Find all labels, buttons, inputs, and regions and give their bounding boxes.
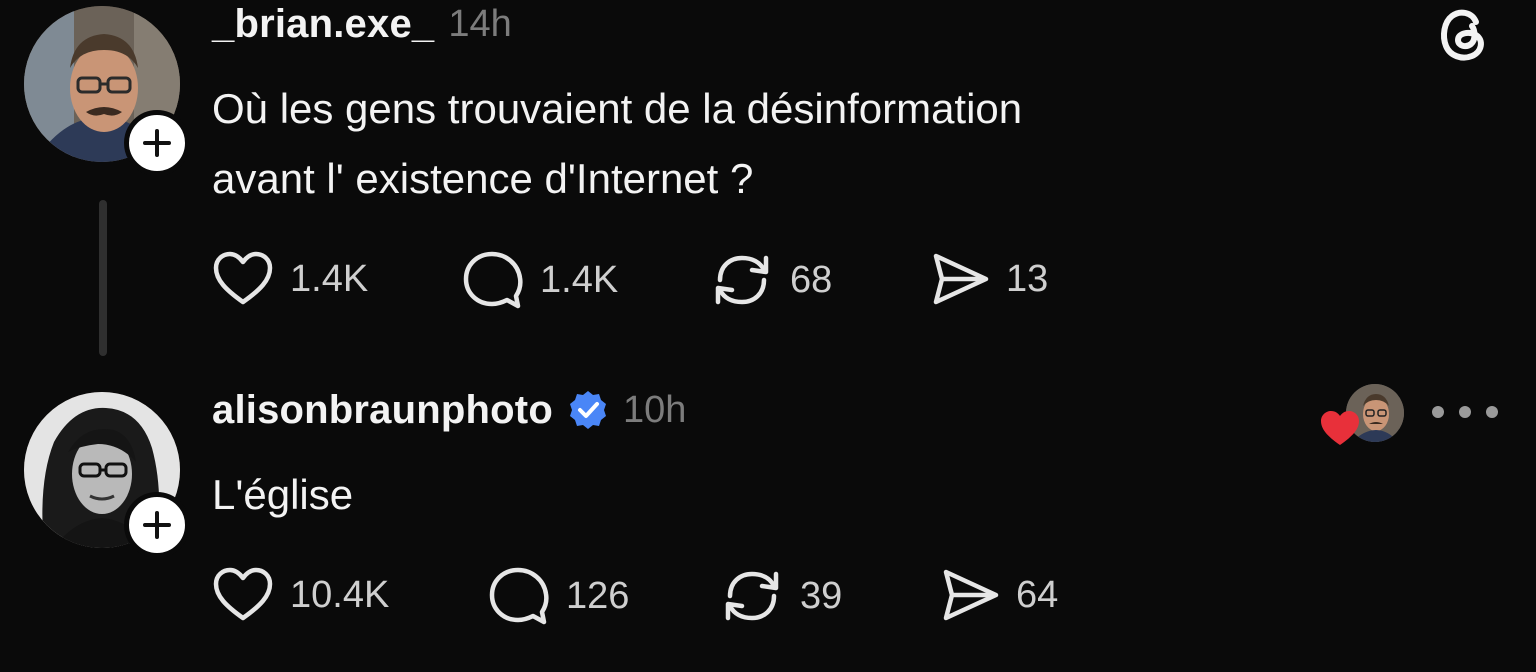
send-icon (933, 253, 989, 305)
share-button[interactable]: 13 (930, 250, 1048, 308)
repost-count: 68 (790, 258, 833, 301)
follow-author-button[interactable] (124, 110, 190, 176)
post-text-line-2: avant l' existence d'Internet ? (212, 155, 754, 202)
more-dot (1459, 406, 1471, 418)
like-button[interactable]: 1.4K (212, 250, 368, 308)
heart-outline-icon (213, 567, 273, 621)
reply-author-username[interactable]: alisonbraunphoto (212, 388, 553, 433)
more-dot (1432, 406, 1444, 418)
verified-badge-icon (567, 389, 609, 431)
reply-repost-button[interactable]: 39 (720, 566, 842, 626)
heart-outline-icon (213, 251, 273, 305)
reply-timestamp: 10h (622, 388, 687, 431)
repost-arrows-icon (725, 571, 779, 621)
reply-share-count: 64 (1016, 573, 1059, 616)
like-count: 1.4K (290, 257, 369, 300)
share-count: 13 (1006, 257, 1049, 300)
reply-text: L'église (212, 471, 354, 518)
repost-button[interactable]: 68 (710, 250, 832, 310)
threads-logo-icon[interactable] (1432, 2, 1498, 68)
post-header: _brian.exe_ 14h (212, 0, 512, 48)
repost-arrows-icon (715, 255, 769, 305)
plus-icon (143, 129, 171, 157)
thread-connector-line (99, 200, 107, 356)
post-text-line-1: Où les gens trouvaient de la désinformat… (212, 85, 1023, 132)
more-options-button[interactable] (1432, 396, 1498, 428)
reply-like-button[interactable]: 10.4K (212, 566, 389, 624)
reply-share-button[interactable]: 64 (940, 566, 1058, 624)
speech-bubble-icon (489, 567, 549, 625)
reply-repost-count: 39 (800, 574, 843, 617)
post-body: Où les gens trouvaient de la désinformat… (212, 74, 1022, 214)
reply-like-count: 10.4K (290, 573, 390, 616)
more-dot (1486, 406, 1498, 418)
reply-body: L'église (212, 460, 353, 530)
reply-button[interactable]: 1.4K (462, 250, 618, 310)
reply-reply-button[interactable]: 126 (488, 566, 629, 626)
speech-bubble-icon (463, 251, 523, 309)
threads-screen: _brian.exe_ 14h Où les gens trouvaient d… (0, 0, 1536, 672)
follow-reply-author-button[interactable] (124, 492, 190, 558)
post-timestamp: 14h (448, 2, 512, 45)
liked-heart-icon (1321, 411, 1359, 445)
author-username[interactable]: _brian.exe_ (212, 2, 434, 47)
reply-count: 1.4K (540, 258, 619, 301)
reply-reply-count: 126 (566, 574, 630, 617)
reply-header: alisonbraunphoto 10h (212, 386, 686, 434)
send-icon (943, 569, 999, 621)
plus-icon (143, 511, 171, 539)
